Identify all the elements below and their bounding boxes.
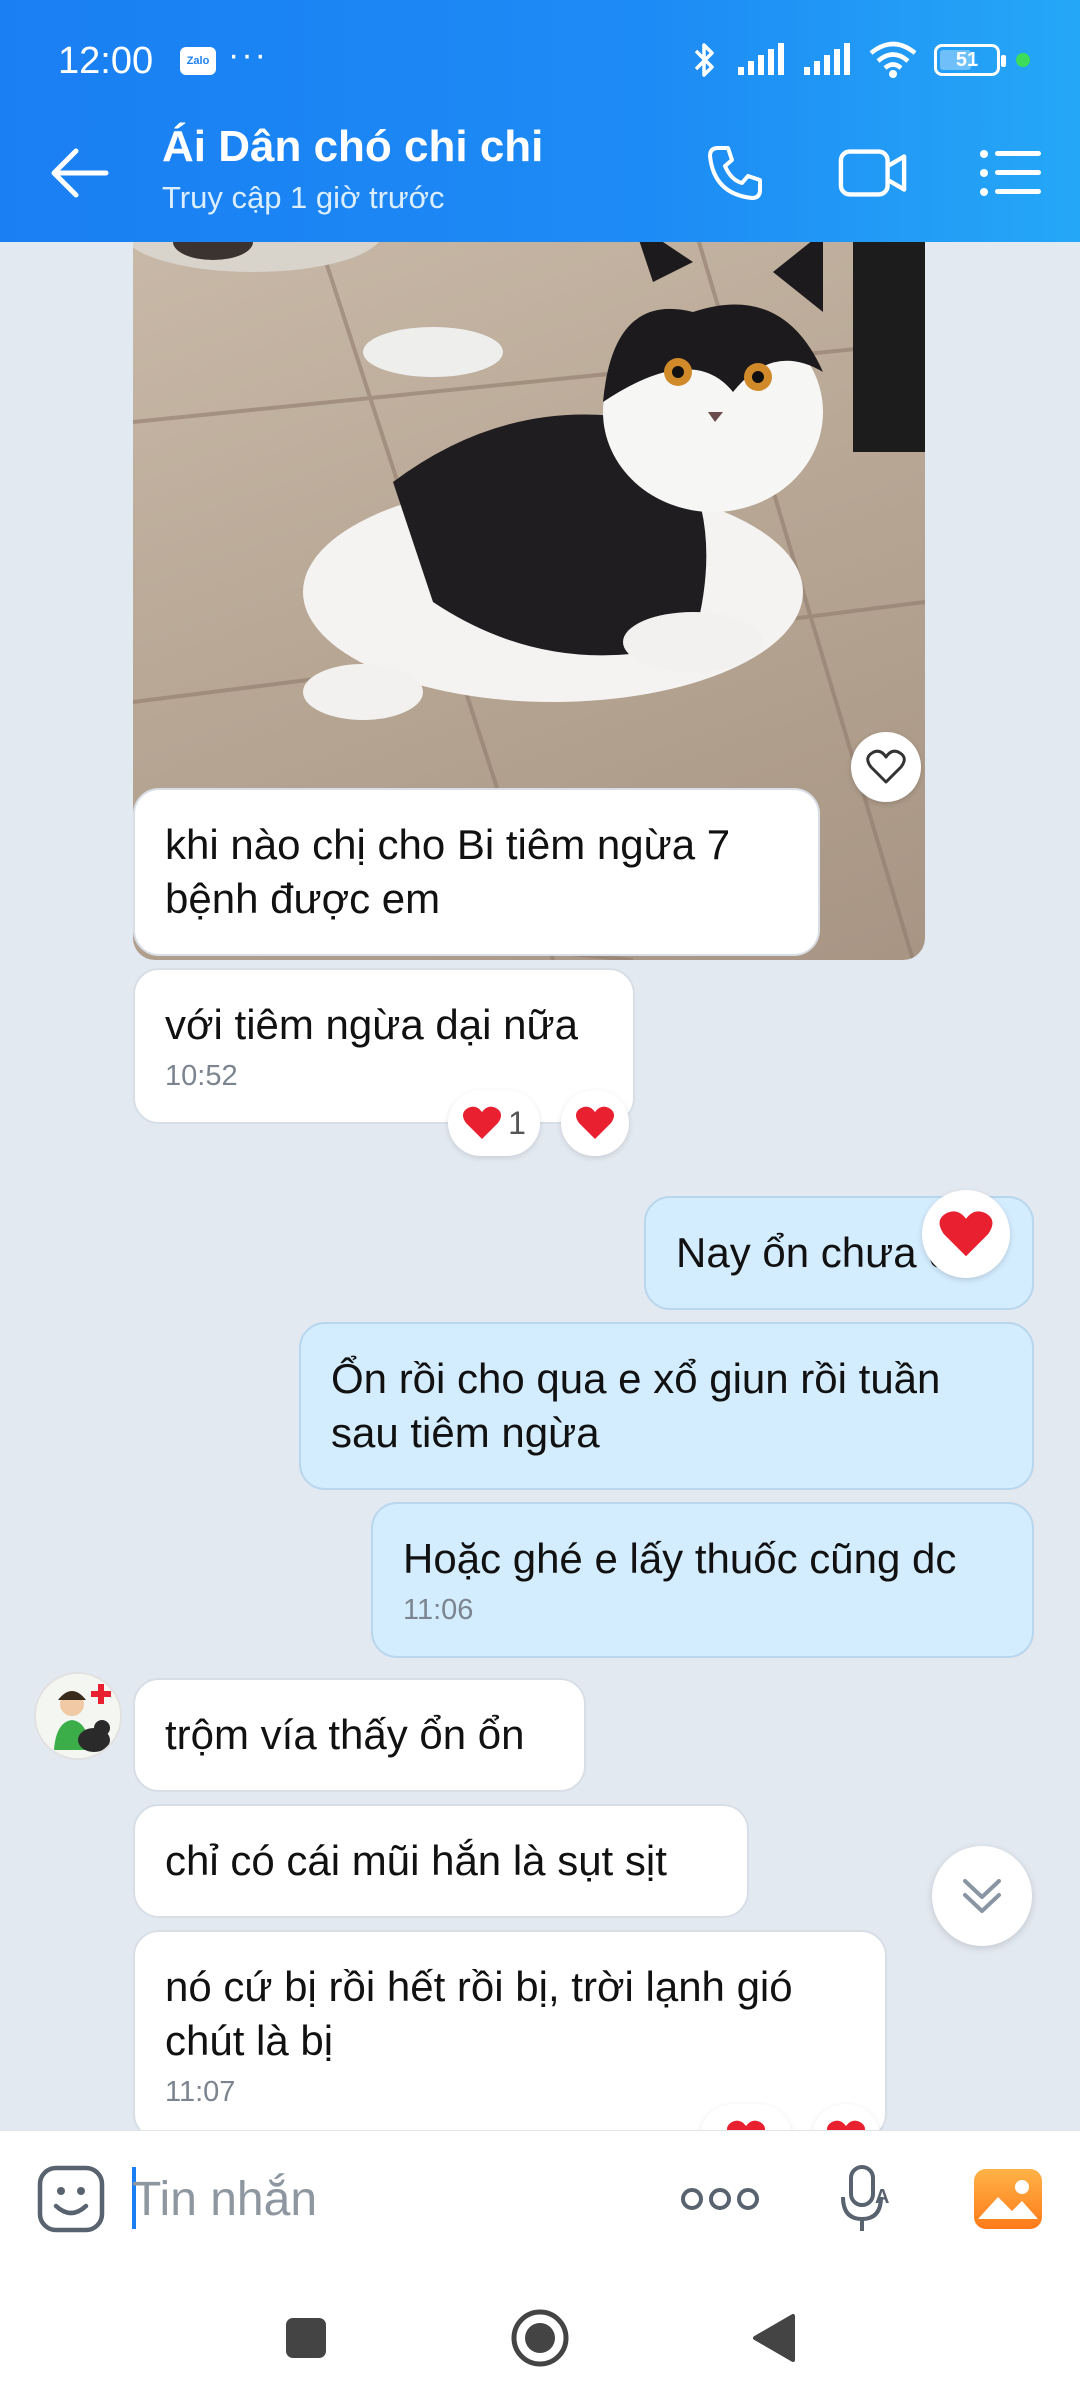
- voice-call-button[interactable]: [700, 138, 770, 208]
- voice-text-icon: A: [841, 2165, 889, 2231]
- contact-name[interactable]: Ái Dân chó chi chi: [162, 122, 543, 172]
- incoming-message[interactable]: trộm vía thấy ổn ổn: [133, 1678, 586, 1792]
- outgoing-message[interactable]: Ổn rồi cho qua e xổ giun rồi tuần sau ti…: [299, 1322, 1034, 1490]
- sticker-button[interactable]: [34, 2159, 108, 2239]
- chat-options-button[interactable]: [976, 138, 1046, 208]
- heart-icon: [939, 1211, 993, 1257]
- photo-react-button[interactable]: [851, 732, 921, 802]
- menu-list-icon: [980, 150, 1041, 196]
- incoming-message[interactable]: với tiêm ngừa dại nữa 10:52: [133, 968, 635, 1124]
- message-input[interactable]: [132, 2159, 652, 2239]
- chevron-double-down-icon: [963, 1879, 1001, 1913]
- zalo-notification-icon: Zalo: [180, 47, 216, 75]
- incoming-message[interactable]: khi nào chị cho Bi tiêm ngừa 7 bệnh được…: [133, 788, 820, 956]
- image-icon: [974, 2169, 1042, 2229]
- heart-icon: [463, 1106, 502, 1139]
- status-icons: 51: [690, 40, 1030, 80]
- message-text: Hoặc ghé e lấy thuốc cũng dc: [403, 1535, 957, 1582]
- voice-to-text-button[interactable]: A: [830, 2159, 900, 2239]
- active-indicator-icon: [1016, 53, 1030, 67]
- react-button[interactable]: [561, 1090, 629, 1156]
- bluetooth-icon: [694, 43, 714, 77]
- back-arrow-icon: [51, 148, 109, 198]
- more-options-button[interactable]: [672, 2169, 768, 2229]
- signal-2-icon: [804, 43, 850, 75]
- heart-outline-icon: [866, 749, 906, 784]
- incoming-message[interactable]: nó cứ bị rồi hết rồi bị, trời lạnh gió c…: [133, 1930, 887, 2130]
- message-text: với tiêm ngừa dại nữa: [165, 1001, 578, 1048]
- heart-icon: [727, 2120, 765, 2130]
- status-bar: 12:00 Zalo ··· 51: [0, 0, 1080, 120]
- recent-apps-button[interactable]: [266, 2298, 346, 2378]
- message-text: chỉ có cái mũi hắn là sụt sịt: [165, 1837, 667, 1884]
- message-text: trộm vía thấy ổn ổn: [165, 1711, 525, 1758]
- message-time: 11:06: [403, 1594, 474, 1626]
- message-reaction[interactable]: [922, 1190, 1010, 1278]
- signal-icon: [738, 43, 784, 75]
- message-text: khi nào chị cho Bi tiêm ngừa 7 bệnh được…: [165, 821, 731, 922]
- contact-avatar[interactable]: [34, 1672, 122, 1760]
- nav-back-icon: [753, 2314, 795, 2362]
- reaction-summary[interactable]: 1: [448, 1090, 540, 1156]
- heart-icon: [827, 2120, 865, 2130]
- svg-text:A: A: [875, 2186, 889, 2208]
- sticker-icon: [37, 2165, 105, 2233]
- send-image-button[interactable]: [970, 2161, 1046, 2237]
- wifi-icon: [869, 41, 917, 78]
- heart-icon: [575, 1106, 615, 1139]
- message-input-bar: A: [0, 2130, 1080, 2268]
- reaction-count: 1: [508, 1104, 526, 1141]
- back-nav-button[interactable]: [734, 2298, 814, 2378]
- avatar-vet-icon: [36, 1674, 120, 1758]
- phone-icon: [708, 146, 762, 200]
- outgoing-message[interactable]: Hoặc ghé e lấy thuốc cũng dc 11:06: [371, 1502, 1034, 1658]
- more-icon: [681, 2188, 759, 2210]
- back-button[interactable]: [46, 145, 114, 201]
- incoming-message[interactable]: chỉ có cái mũi hắn là sụt sịt: [133, 1804, 749, 1918]
- video-call-icon: [838, 149, 907, 197]
- video-call-button[interactable]: [838, 138, 908, 208]
- nav-recent-icon: [286, 2318, 326, 2358]
- message-text: Ổn rồi cho qua e xổ giun rồi tuần sau ti…: [331, 1355, 941, 1456]
- home-button[interactable]: [500, 2298, 580, 2378]
- status-time: 12:00: [58, 40, 154, 82]
- battery-icon: 51: [934, 44, 1006, 76]
- more-notifications-icon: ···: [228, 36, 268, 74]
- battery-level: 51: [955, 48, 979, 71]
- message-time: 10:52: [165, 1060, 238, 1092]
- contact-last-seen: Truy cập 1 giờ trước: [162, 180, 445, 215]
- message-list[interactable]: khi nào chị cho Bi tiêm ngừa 7 bệnh được…: [0, 242, 1080, 2130]
- scroll-to-bottom-button[interactable]: [932, 1846, 1032, 1946]
- message-text: nó cứ bị rồi hết rồi bị, trời lạnh gió c…: [165, 1963, 793, 2064]
- system-nav-bar: [0, 2268, 1080, 2401]
- chat-header: 12:00 Zalo ··· 51 Ái Dân chó chi chi Tru…: [0, 0, 1080, 242]
- nav-home-icon: [511, 2309, 569, 2367]
